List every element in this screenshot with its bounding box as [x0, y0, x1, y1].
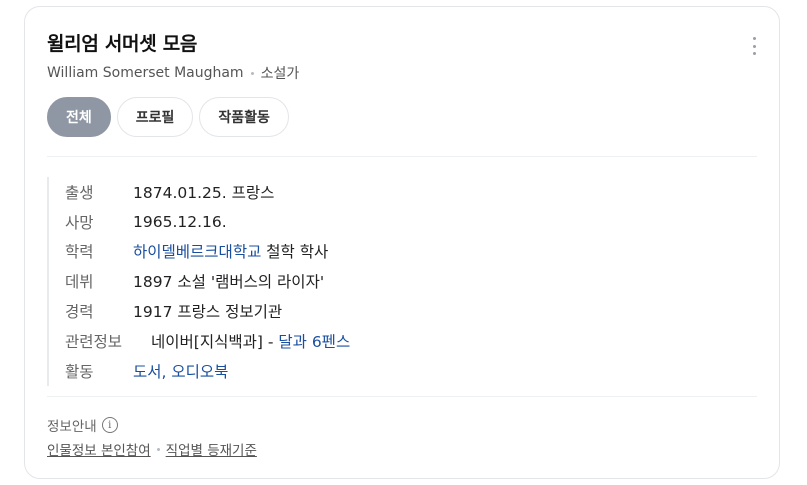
- related-source: 네이버[지식백과] -: [151, 332, 274, 351]
- education-label: 학력: [65, 243, 94, 262]
- divider: [47, 156, 757, 157]
- info-list: 출생 1874.01.25. 프랑스 사망 1965.12.16. 학력 하이델…: [47, 177, 350, 386]
- activity-link-books[interactable]: 도서,: [133, 363, 166, 381]
- occupation: 소설가: [260, 66, 300, 82]
- english-name: William Somerset Maugham: [47, 65, 244, 81]
- career-label: 경력: [65, 303, 94, 322]
- info-circle-icon[interactable]: i: [101, 417, 118, 433]
- education-value: 하이델베르크대학교 철학 학사: [133, 240, 328, 262]
- info-row-birth: 출생 1874.01.25. 프랑스: [65, 177, 350, 207]
- info-row-related: 관련정보 네이버[지식백과] - 달과 6펜스: [65, 326, 350, 356]
- subtitle: William Somerset Maugham 소설가: [47, 63, 299, 83]
- info-row-debut: 데뷔 1897 소설 '램버스의 라이자': [65, 266, 350, 296]
- divider: [47, 396, 757, 397]
- tab-all[interactable]: 전체: [47, 97, 111, 137]
- death-value: 1965.12.16.: [133, 212, 227, 231]
- registration-criteria-link[interactable]: 직업별 등재기준: [166, 439, 257, 459]
- birth-value: 1874.01.25. 프랑스: [133, 183, 275, 202]
- more-vertical-icon[interactable]: [751, 37, 757, 55]
- info-row-death: 사망 1965.12.16.: [65, 207, 350, 237]
- info-row-education: 학력 하이델베르크대학교 철학 학사: [65, 237, 350, 267]
- info-guide: 정보안내 i: [47, 415, 118, 435]
- separator-dot: [156, 447, 160, 451]
- degree-text: 철학 학사: [266, 243, 329, 262]
- related-value: 네이버[지식백과] - 달과 6펜스: [151, 330, 350, 352]
- career-value: 1917 프랑스 정보기관: [133, 303, 283, 322]
- related-label: 관련정보: [65, 332, 123, 351]
- related-link[interactable]: 달과 6펜스: [278, 333, 350, 351]
- tab-profile[interactable]: 프로필: [116, 97, 194, 137]
- activity-link-audiobooks[interactable]: 오디오북: [171, 363, 228, 381]
- debut-value: 1897 소설 '램버스의 라이자': [133, 273, 325, 292]
- info-row-activity: 활동 도서, 오디오북: [65, 356, 350, 386]
- activity-label: 활동: [65, 362, 94, 381]
- debut-label: 데뷔: [65, 273, 94, 292]
- activity-value: 도서, 오디오북: [133, 360, 228, 382]
- separator-dot: [250, 71, 254, 75]
- birth-label: 출생: [65, 183, 94, 202]
- info-guide-label: 정보안내: [47, 419, 97, 435]
- tab-works[interactable]: 작품활동: [199, 97, 289, 137]
- info-row-career: 경력 1917 프랑스 정보기관: [65, 296, 350, 326]
- self-participation-link[interactable]: 인물정보 본인참여: [47, 439, 151, 459]
- death-label: 사망: [65, 213, 94, 232]
- university-link[interactable]: 하이델베르크대학교: [133, 243, 261, 261]
- person-info-card: 윌리엄 서머셋 모음 William Somerset Maugham 소설가 …: [24, 6, 780, 479]
- page-title: 윌리엄 서머셋 모음: [47, 33, 198, 55]
- footer-links: 인물정보 본인참여 직업별 등재기준: [47, 439, 257, 459]
- tab-bar: 전체 프로필 작품활동: [47, 97, 289, 137]
